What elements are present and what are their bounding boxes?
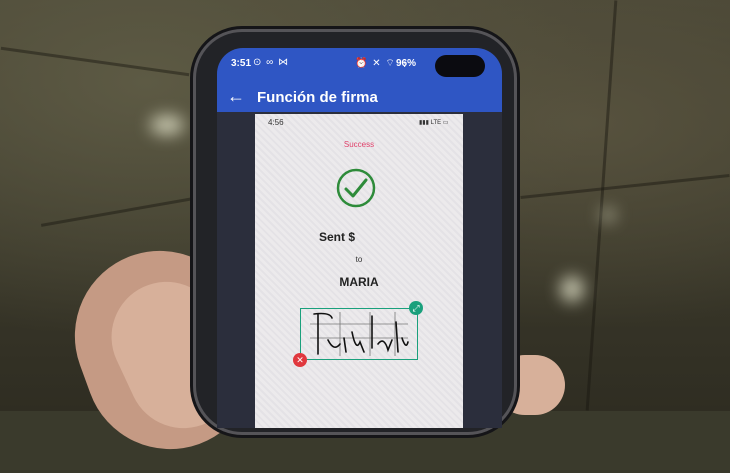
light-reflection [600,208,616,222]
inner-status-icons: ▮▮▮ LTE ▭ [419,120,449,126]
signature-drawing [309,311,409,356]
close-icon[interactable]: ✕ [293,353,307,367]
status-time: 3:51 [231,58,252,69]
light-reflection [560,276,584,302]
tile-seam [0,46,190,77]
status-bar: 3:51 ⊙ ∞ ⋈ ⏰ ✕ ⌔ ⋮ 96% [217,48,502,84]
battery-level: 96% [396,58,417,69]
inner-status-time: 4:56 [268,118,284,127]
tile-seam [40,196,200,227]
tile-seam [520,174,730,199]
page-title: Función de firma [257,89,378,106]
tile-seam [585,0,618,411]
recipient-name: MARIA [339,275,379,289]
camera-cutout [435,55,485,77]
resize-icon[interactable]: ⤢ [409,301,423,315]
signature-field[interactable] [300,308,418,360]
arrow-left-icon[interactable]: ← [227,86,245,107]
phone-screen: 3:51 ⊙ ∞ ⋈ ⏰ ✕ ⌔ ⋮ 96% ← Función de firm… [217,48,502,428]
light-reflection [150,115,184,135]
to-label: to [355,255,363,264]
check-circle-icon [336,168,376,208]
success-header: Success [343,140,375,149]
screenshot-preview: 4:56 ▮▮▮ LTE ▭ Success Sent $ to MARIA ⤢… [255,114,463,428]
app-bar: ← Función de firma [217,84,502,112]
sent-amount-label: Sent $ [319,230,356,244]
notification-icons: ⊙ ∞ ⋈ [253,57,290,68]
